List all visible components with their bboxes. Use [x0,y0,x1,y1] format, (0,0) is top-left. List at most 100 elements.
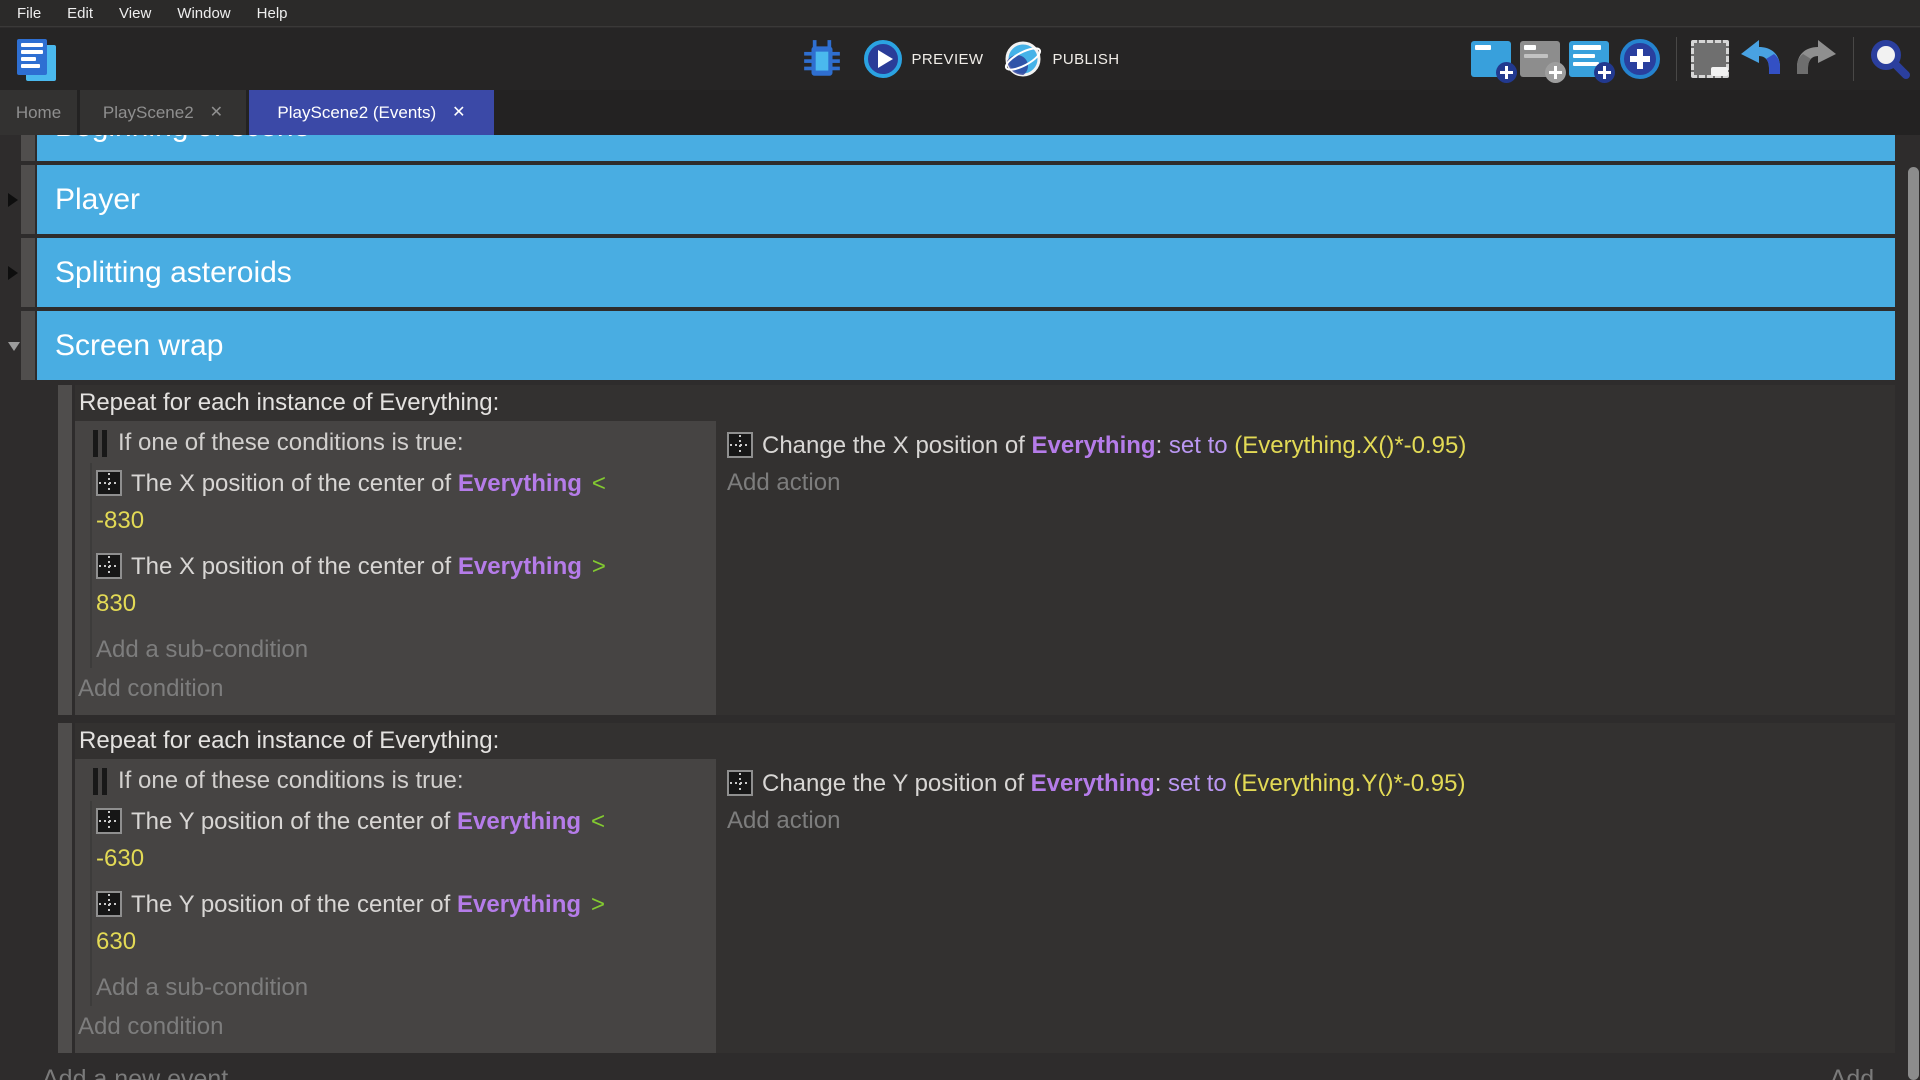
vertical-scrollbar[interactable] [1908,167,1919,1080]
screen-wrap-events: Repeat for each instance of Everything: … [0,385,1895,1053]
condition-text: The X position of the center of [131,553,458,580]
condition-row[interactable]: The X position of the center of Everythi… [92,548,716,622]
group-beginning-of-scene[interactable]: Beginning of scene [21,135,1895,161]
add-condition-link[interactable]: Add condition [78,1008,716,1045]
publish-button[interactable]: PUBLISH [1003,39,1119,79]
chevron-right-icon[interactable] [8,193,18,207]
group-screen-wrap[interactable]: Screen wrap [21,311,1895,380]
operator: < [592,470,606,497]
event-body: Repeat for each instance of Everything: … [75,385,1895,715]
doc-line [1573,54,1595,58]
tab-playscene2-events[interactable]: PlayScene2 (Events) ✕ [249,90,494,135]
object-name: Everything [1032,432,1156,459]
add-action-link[interactable]: Add action [727,802,1895,839]
or-condition-header[interactable]: If one of these conditions is true: [93,423,716,463]
or-condition-header[interactable]: If one of these conditions is true: [93,761,716,801]
group-player[interactable]: Player [21,165,1895,234]
group-header-bar[interactable]: Player [37,165,1895,234]
group-splitting-asteroids[interactable]: Splitting asteroids [21,238,1895,307]
paste-events-icon[interactable] [1691,40,1729,78]
action-verb: set to [1168,770,1233,797]
group-header-bar[interactable]: Beginning of scene [37,135,1895,161]
tab-label: PlayScene2 (Events) [277,103,436,123]
drag-handle[interactable] [21,238,35,307]
actions-panel: Change the X position of Everything: set… [716,421,1895,715]
add-new-event-link[interactable]: Add a new event [42,1065,228,1080]
repeat-header[interactable]: Repeat for each instance of Everything: [75,723,1895,759]
action-formula: (Everything.Y()*-0.95) [1233,770,1465,797]
repeat-event-x: Repeat for each instance of Everything: … [58,385,1895,715]
doc-line [1573,45,1601,50]
add-circle-icon[interactable] [1618,37,1662,81]
main-toolbar: PREVIEW PUBLISH [0,28,1920,90]
condition-row[interactable]: The X position of the center of Everythi… [92,465,716,539]
action-text: Change the Y position of [762,770,1031,797]
condition-text: The X position of the center of [131,470,458,497]
operator: > [592,553,606,580]
menu-help[interactable]: Help [244,0,301,27]
condition-row[interactable]: The Y position of the center of Everythi… [92,886,716,960]
drag-handle[interactable] [58,723,72,1053]
debug-icon[interactable] [801,38,843,80]
or-header-text: If one of these conditions is true: [118,423,464,463]
conditions-panel: If one of these conditions is true: The … [75,421,716,715]
group-header-bar[interactable]: Splitting asteroids [37,238,1895,307]
undo-icon[interactable] [1738,38,1784,80]
add-more-link[interactable]: Add... [1830,1065,1895,1080]
publish-globe-icon [1003,39,1043,79]
play-icon [863,39,903,79]
close-icon[interactable]: ✕ [210,105,223,121]
tab-label: Home [16,103,61,123]
repeat-header[interactable]: Repeat for each instance of Everything: [75,385,1895,421]
toolbar-separator [1676,37,1677,81]
drag-handle[interactable] [21,165,35,234]
drag-handle[interactable] [21,135,35,161]
add-subcondition-link[interactable]: Add a sub-condition [92,969,716,1006]
condition-value: 630 [96,923,716,960]
tab-playscene2[interactable]: PlayScene2 ✕ [80,90,246,135]
close-icon[interactable]: ✕ [452,105,465,121]
add-event-icon[interactable] [1471,41,1511,77]
chevron-right-icon[interactable] [8,266,18,280]
menu-file[interactable]: File [4,0,54,27]
action-separator: : [1155,770,1168,797]
group-header-bar[interactable]: Screen wrap [37,311,1895,380]
chevron-down-icon[interactable] [8,342,20,351]
condition-text: The Y position of the center of [131,808,457,835]
plus-badge-icon [1496,62,1517,83]
or-icon [93,768,107,795]
add-comment-icon[interactable] [1569,41,1609,77]
preview-label: PREVIEW [912,51,984,68]
menu-edit[interactable]: Edit [54,0,106,27]
repeat-event-y: Repeat for each instance of Everything: … [58,723,1895,1053]
drag-handle[interactable] [21,311,35,380]
condition-row[interactable]: The Y position of the center of Everythi… [92,803,716,877]
menu-bar: File Edit View Window Help [0,0,1920,27]
sub-conditions-block: The Y position of the center of Everythi… [90,801,716,1006]
condition-value: -830 [96,502,716,539]
menu-window[interactable]: Window [164,0,243,27]
condition-value: 830 [96,585,716,622]
object-name: Everything [458,470,582,497]
or-header-text: If one of these conditions is true: [118,761,464,801]
add-subcondition-link[interactable]: Add a sub-condition [92,631,716,668]
plus-badge-icon [1545,62,1566,83]
preview-button[interactable]: PREVIEW [863,39,984,79]
tab-home[interactable]: Home [0,90,77,135]
action-row[interactable]: Change the Y position of Everything: set… [727,765,1895,802]
redo-icon[interactable] [1793,38,1839,80]
drag-handle[interactable] [58,385,72,715]
position-icon [96,808,122,834]
search-icon[interactable] [1868,37,1912,81]
add-action-link[interactable]: Add action [727,464,1895,501]
operator: > [591,891,605,918]
add-subevent-icon[interactable] [1520,41,1560,77]
position-icon [96,891,122,917]
object-name: Everything [457,891,581,918]
condition-text: The Y position of the center of [131,891,457,918]
add-condition-link[interactable]: Add condition [78,670,716,707]
tab-bar: Home PlayScene2 ✕ PlayScene2 (Events) ✕ [0,90,1920,135]
action-row[interactable]: Change the X position of Everything: set… [727,427,1895,464]
group-title: Screen wrap [55,329,223,363]
menu-view[interactable]: View [106,0,164,27]
